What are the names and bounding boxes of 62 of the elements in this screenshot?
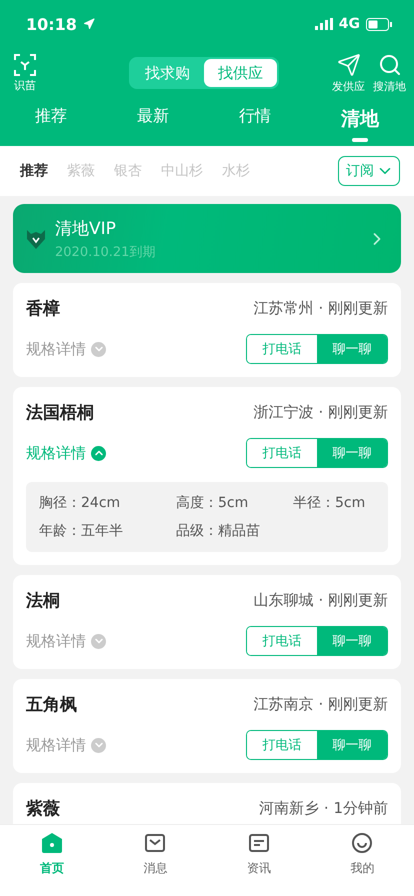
nav-tab[interactable]: 资讯 [240,831,277,881]
envelope-icon [144,832,166,854]
location-time: 河南新乡 · 1分钟前 [259,799,388,818]
scan-icon [14,54,36,76]
chevron-down-icon [91,634,106,648]
spec-item: 胸径：24cm [39,494,122,512]
spec-details-toggle[interactable]: 规格详情 [26,444,106,462]
filter-tab[interactable]: 银杏 [114,162,142,180]
spec-item: 高度：5cm [176,494,250,512]
post-supply-button[interactable]: 发供应 [330,52,367,94]
category-tab[interactable]: 最新 [127,102,179,127]
chat-button[interactable]: 聊一聊 [317,335,387,363]
plant-name: 五角枫 [26,694,77,716]
chevron-down-icon [91,738,106,752]
signal-icon [314,18,333,30]
category-tab[interactable]: 推荐 [25,102,77,127]
active-indicator [352,138,368,142]
subscribe-button[interactable]: 订阅 [338,156,400,186]
chat-button[interactable]: 聊一聊 [317,627,387,655]
plant-name: 法桐 [26,590,60,612]
spec-item: 半径：5cm [293,494,366,512]
smile-icon [351,832,374,854]
category-tab[interactable]: 清地 [331,102,389,142]
network-label: 4G [338,16,360,32]
battery-icon [366,18,392,30]
document-icon [248,832,270,854]
nav-tab[interactable]: 首页 [34,831,70,881]
chevron-down-icon [91,342,106,356]
nav-tab[interactable]: 消息 [137,831,174,881]
location-time: 浙江宁波 · 刚刚更新 [254,403,388,422]
spec-item: 年龄：五年半 [39,522,124,540]
filter-tab[interactable]: 中山杉 [161,162,203,180]
vip-expiry: 2020.10.21到期 [55,244,156,260]
category-tab[interactable]: 行情 [229,102,281,127]
spec-details-toggle[interactable]: 规格详情 [26,736,106,754]
location-time: 江苏南京 · 刚刚更新 [254,695,388,714]
segment-tab[interactable]: 找供应 [204,59,277,87]
search-icon [378,52,402,76]
spec-item: 品级：精品苗 [176,522,261,540]
plant-name: 紫薇 [26,798,60,820]
plant-name: 香樟 [26,298,60,320]
chevron-up-icon [91,446,106,460]
plant-name: 法国梧桐 [26,402,94,424]
vip-banner[interactable]: 清地VIP 2020.10.21到期 [13,204,401,273]
vip-title: 清地VIP [55,218,117,240]
filter-tab[interactable]: 紫薇 [67,162,95,180]
filter-tab[interactable]: 水杉 [222,162,250,180]
filter-tab[interactable]: 推荐 [20,162,48,180]
location-time: 江苏常州 · 刚刚更新 [254,299,388,318]
spec-details-toggle[interactable]: 规格详情 [26,632,106,650]
scan-button[interactable]: 识苗 [12,54,38,92]
status-time: 10:18 [26,14,95,34]
chat-button[interactable]: 聊一聊 [317,439,387,467]
home-icon [40,832,63,854]
segment-tab[interactable]: 找求购 [131,59,204,87]
search-button[interactable]: 搜清地 [371,52,408,94]
location-time: 山东聊城 · 刚刚更新 [254,591,388,610]
location-icon [82,18,95,30]
spec-details-toggle[interactable]: 规格详情 [26,340,106,358]
send-icon [336,52,360,76]
chat-button[interactable]: 聊一聊 [317,731,387,759]
nav-tab[interactable]: 我的 [344,831,380,881]
